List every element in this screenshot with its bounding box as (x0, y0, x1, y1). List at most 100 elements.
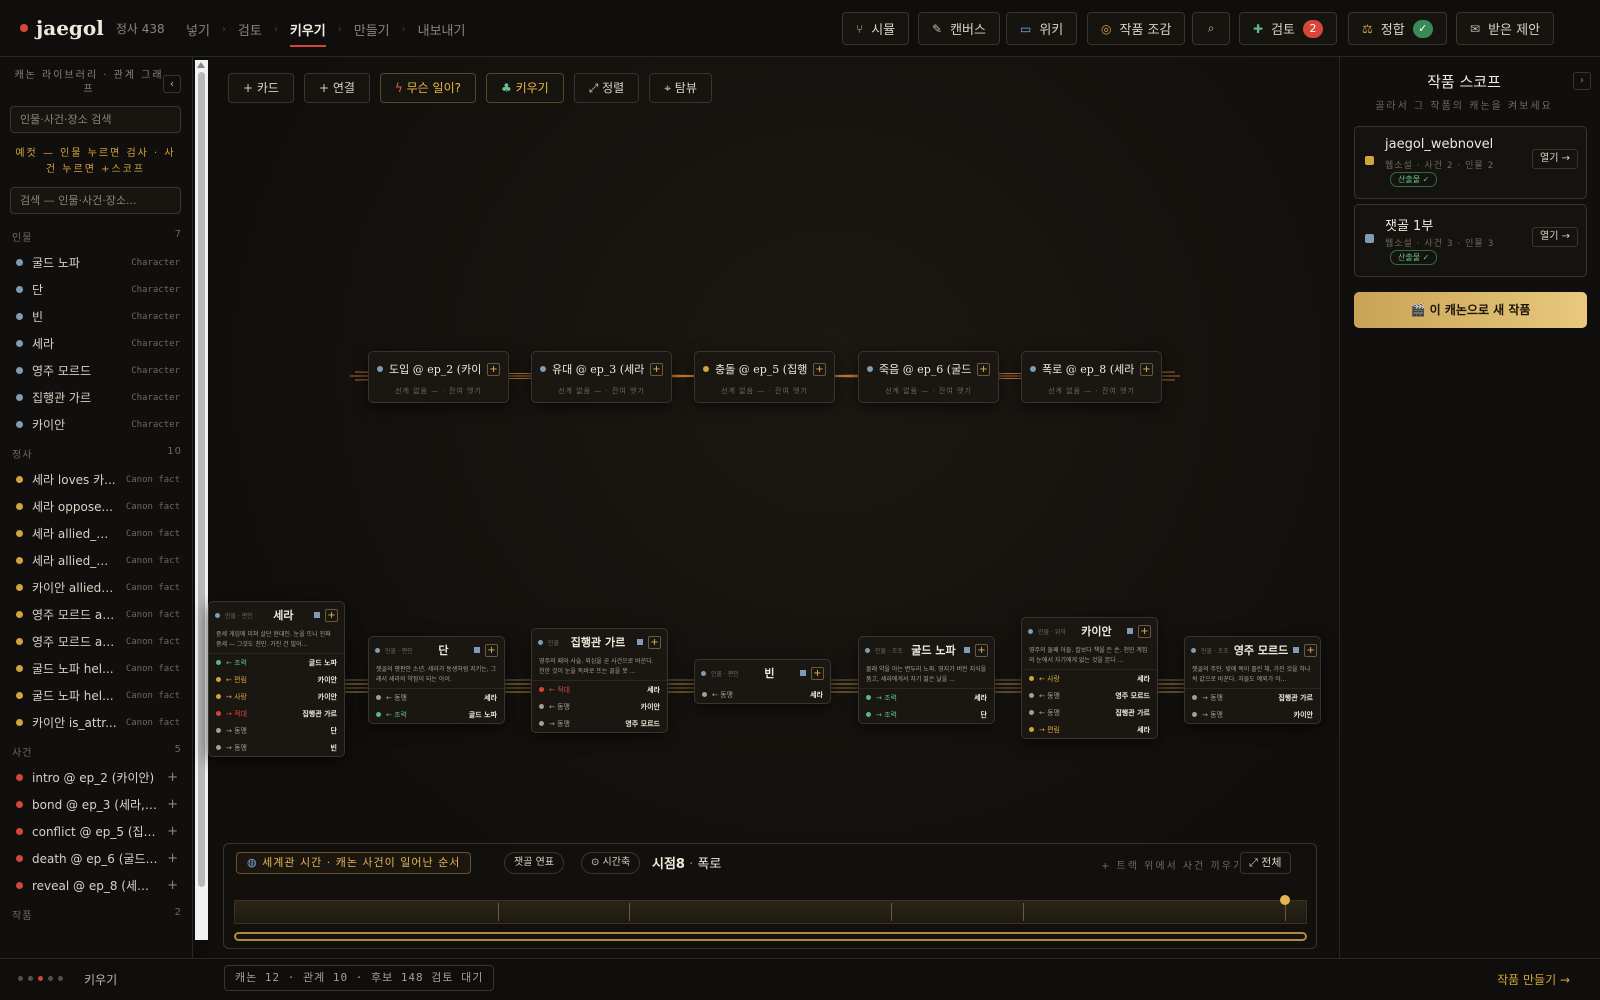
add-icon[interactable]: + (325, 608, 338, 622)
sidebar-item[interactable]: 세라 allied_wi... Canon fact (10, 520, 184, 547)
add-to-scope-icon[interactable]: + (167, 797, 184, 812)
sidebar-item[interactable]: 세라 oppose... Canon fact (10, 493, 184, 520)
grow-button[interactable]: ♣ 키우기 (486, 73, 564, 103)
add-to-scope-icon[interactable]: + (167, 851, 184, 866)
relation-row[interactable]: → 적대 집행관 가르 (209, 705, 344, 722)
collapse-sidebar-button[interactable]: ‹ (163, 75, 181, 93)
world-time-label[interactable]: ◍ 세계관 시간 · 캐논 사건이 일어난 순서 (236, 852, 472, 874)
canvas-button[interactable]: ✎ 캔버스 (918, 12, 1000, 45)
sidebar-item[interactable]: 영주 모르드 all... Canon fact (10, 628, 184, 655)
sidebar-item[interactable]: 굴드 노파 hel... Canon fact (10, 682, 184, 709)
sidebar-item[interactable]: 단 Character (10, 276, 184, 303)
relation-row[interactable]: → 동맹 집행관 가르 (1185, 689, 1320, 706)
timeline-track[interactable] (234, 895, 1307, 924)
search-button[interactable]: ⌕ (1192, 12, 1230, 45)
relation-row[interactable]: → 동맹 카이안 (1185, 706, 1320, 723)
character-card[interactable]: 인물 · 편인 단 + 잿골의 평판안 소년. 세라가 동생처럼 지키는, 그래서 세… (368, 636, 505, 724)
sidebar-item[interactable]: 카이안 is_attr... Canon fact (10, 709, 184, 736)
sidebar-scrollbar[interactable] (195, 60, 208, 940)
step-export[interactable]: 내보내기 (418, 20, 466, 39)
timeline-range-bar[interactable] (234, 932, 1307, 941)
add-icon[interactable]: + (648, 635, 661, 649)
inbox-button[interactable]: ✉ 받은 제안 (1456, 12, 1555, 45)
open-project-button[interactable]: 열기 → (1532, 227, 1578, 247)
relation-row[interactable]: ← 동맹 영주 모르드 (1022, 687, 1157, 704)
character-card[interactable]: 인물 · 편인 세라 + 중세 게임에 미쳐 살던 현대인. 눈을 뜨니 진짜 중세 … (208, 601, 345, 757)
sidebar-item[interactable]: 세라 Character (10, 330, 184, 357)
timeline-event-tick[interactable] (628, 903, 630, 921)
add-icon[interactable]: + (1140, 362, 1153, 376)
add-to-scope-icon[interactable]: + (167, 770, 184, 785)
collapse-panel-button[interactable]: › (1573, 72, 1591, 90)
step-make[interactable]: 만들기 (354, 20, 390, 39)
sidebar-item[interactable]: death @ ep_6 (굴드 ... + (10, 845, 184, 872)
time-axis-chip[interactable]: ⊙ 시간축 (581, 852, 641, 874)
add-icon[interactable]: + (811, 666, 824, 680)
relation-row[interactable]: → 조력 세라 (859, 689, 994, 706)
add-icon[interactable]: + (485, 643, 498, 657)
relation-row[interactable]: ← 조력 굴드 노파 (209, 654, 344, 671)
review-button[interactable]: ✚ 검토 2 (1239, 12, 1337, 45)
sidebar-item[interactable]: 굴드 노파 hel... Canon fact (10, 655, 184, 682)
app-logo[interactable]: jaegol 정사 438 (20, 16, 165, 40)
event-card[interactable]: 유대 @ ep_3 (세라, 카이안 + 선계 없음 — · 잔여 엣기 (531, 351, 672, 403)
consistency-button[interactable]: ⚖ 정합 ✓ (1348, 12, 1447, 45)
relation-row[interactable]: → 동맹 영주 모르드 (532, 715, 667, 732)
relation-row[interactable]: ← 편림 카이안 (209, 671, 344, 688)
add-icon[interactable]: + (813, 362, 826, 376)
show-all-button[interactable]: ⤢ 전체 (1240, 852, 1291, 874)
relation-row[interactable]: → 동맹 빈 (209, 739, 344, 756)
character-card[interactable]: 인물 · 조조 영주 모르드 + 잿골의 주인. 빚에 목이 졸린 채, 가진 것을 … (1184, 636, 1321, 724)
relation-row[interactable]: → 사랑 카이안 (209, 688, 344, 705)
sidebar-item[interactable]: 카이안 Character (10, 411, 184, 438)
relation-row[interactable]: ← 동맹 카이안 (532, 698, 667, 715)
wiki-button[interactable]: ▭ 위키 (1006, 12, 1078, 45)
sidebar-item[interactable]: reveal @ ep_8 (세라, ... + (10, 872, 184, 899)
sidebar-item[interactable]: 세라 loves 카... Canon fact (10, 466, 184, 493)
new-project-button[interactable]: 🎬 이 캐논으로 새 작품 (1354, 292, 1587, 328)
simulation-button[interactable]: ⑂ 시뮬 (842, 12, 910, 45)
sidebar-item[interactable]: 영주 모르드 all... Canon fact (10, 601, 184, 628)
character-card[interactable]: 인물 · 조조 굴드 노파 + 몰래 약을 아는 변두리 노파. 영지가 버린 지식을… (858, 636, 995, 724)
project-card[interactable]: jaegol_webnovel 웹소설 · 사건 2 · 인물 2 산출물 ✓ … (1354, 126, 1587, 199)
sidebar-item[interactable]: 세라 allied_wi... Canon fact (10, 547, 184, 574)
sidebar-item[interactable]: 집행관 가르 Character (10, 384, 184, 411)
timeline-event-tick[interactable] (1285, 903, 1286, 921)
add-card-button[interactable]: + 카드 (228, 73, 294, 103)
relation-row[interactable]: → 편림 세라 (1022, 721, 1157, 738)
event-card[interactable]: 도입 @ ep_2 (카이안) + 선계 없음 — · 잔여 엣기 (368, 351, 509, 403)
relation-row[interactable]: → 동맹 단 (209, 722, 344, 739)
step-grow[interactable]: 키우기 (289, 20, 326, 47)
add-to-scope-icon[interactable]: + (167, 824, 184, 839)
event-card[interactable]: 폭로 @ ep_8 (세라, 집행관 + 선계 없음 — · 잔여 엣기 (1021, 351, 1162, 403)
filter-input[interactable]: 검색 — 인물·사건·장소... (10, 187, 181, 214)
relation-row[interactable]: ← 동맹 집행관 가르 (1022, 704, 1157, 721)
sidebar-item[interactable]: conflict @ ep_5 (집행... + (10, 818, 184, 845)
chronicle-chip[interactable]: 잿골 연표 (504, 852, 564, 874)
what-if-button[interactable]: ϟ 무슨 일이? (379, 73, 476, 103)
event-card[interactable]: 충돌 @ ep_5 (집행관 가르) + 선계 없음 — · 잔여 엣기 (694, 351, 835, 403)
step-review[interactable]: 검토 (238, 20, 262, 39)
explore-button[interactable]: ⌖ 탐뷰 (649, 73, 712, 103)
sidebar-item[interactable]: 카이안 allied_... Canon fact (10, 574, 184, 601)
sidebar-item[interactable]: 굴드 노파 Character (10, 249, 184, 276)
add-icon[interactable]: + (977, 362, 990, 376)
relationship-canvas[interactable] (208, 57, 1339, 958)
timeline-event-tick[interactable] (891, 903, 893, 921)
relation-row[interactable]: ← 조력 굴드 노파 (369, 706, 504, 723)
character-card[interactable]: 인물 집행관 가르 + 영주의 패와 사슬. 외심을 곧 사건으로 바꾼다. 천한 것… (531, 628, 668, 733)
add-link-button[interactable]: + 연결 (303, 73, 370, 103)
sidebar-item[interactable]: 영주 모르드 Character (10, 357, 184, 384)
canon-search-input[interactable]: 인물·사건·장소 검색 (10, 106, 181, 133)
add-to-scope-icon[interactable]: + (167, 878, 184, 893)
character-card[interactable]: 인물 · 위작 카이안 + 영주의 둘째 아들. 칼보다 책을 든 손. 천민 계집의… (1021, 617, 1158, 739)
relation-row[interactable]: ← 동맹 세라 (695, 686, 830, 703)
make-project-link[interactable]: 작품 만들기 → (1497, 971, 1570, 988)
add-icon[interactable]: + (975, 643, 988, 657)
relation-row[interactable]: → 조력 단 (859, 706, 994, 723)
step-input[interactable]: 넣기 (186, 20, 210, 39)
add-icon[interactable]: + (1304, 643, 1318, 657)
sidebar-item[interactable]: 빈 Character (10, 303, 184, 330)
sidebar-item[interactable]: intro @ ep_2 (카이안) + (10, 764, 184, 791)
scroll-up-arrow-icon[interactable] (197, 62, 205, 68)
